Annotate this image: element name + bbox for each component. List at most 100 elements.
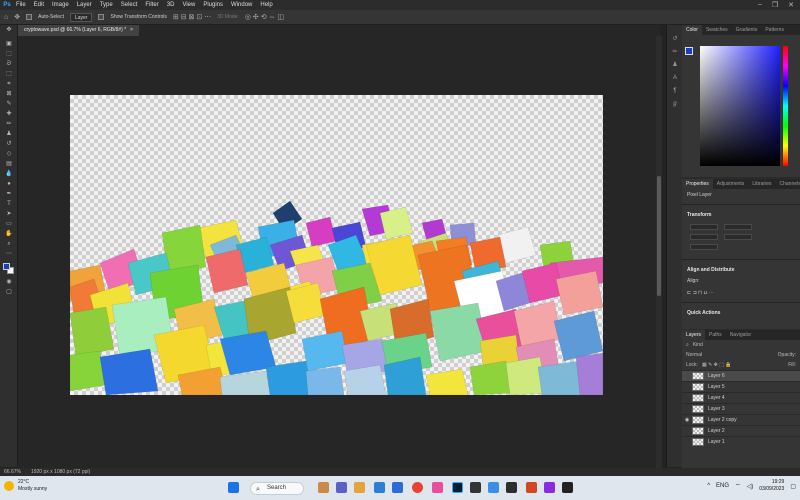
photoshop-taskbar-icon[interactable]: [452, 482, 463, 493]
quick-actions-heading[interactable]: Quick Actions: [682, 306, 800, 318]
dodge-icon[interactable]: ●: [0, 179, 18, 189]
pen-icon[interactable]: ✒: [0, 189, 18, 199]
y-field[interactable]: [724, 234, 752, 240]
gradient-icon[interactable]: ▤: [0, 159, 18, 169]
align-heading[interactable]: Align and Distribute: [682, 263, 800, 275]
layer-row[interactable]: ◉ Layer 2 copy: [682, 414, 800, 425]
windows-start-icon[interactable]: [228, 482, 239, 493]
tab-channels[interactable]: Channels: [776, 179, 800, 189]
eraser-icon[interactable]: ◇: [0, 149, 18, 159]
app-icon-4[interactable]: [526, 482, 537, 493]
file-explorer-icon[interactable]: [354, 482, 365, 493]
blur-icon[interactable]: 💧: [0, 169, 18, 179]
menu-plugins[interactable]: Plugins: [199, 0, 227, 10]
quick-mask-icon[interactable]: ◉: [0, 277, 18, 287]
paragraph-icon[interactable]: ¶: [667, 85, 683, 98]
menu-3d[interactable]: 3D: [163, 0, 179, 10]
menu-select[interactable]: Select: [117, 0, 142, 10]
stamp-icon[interactable]: ♟: [0, 129, 18, 139]
auto-select-target-dropdown[interactable]: Layer: [69, 12, 93, 22]
document-canvas[interactable]: [70, 95, 603, 395]
tab-navigator[interactable]: Navigator: [726, 330, 755, 340]
home-icon[interactable]: ⌂: [4, 14, 8, 21]
move-icon[interactable]: ✥: [0, 25, 18, 39]
clone-source-icon[interactable]: ♟: [667, 59, 683, 72]
tab-properties[interactable]: Properties: [682, 179, 713, 189]
zoom-level[interactable]: 66.67%: [4, 469, 21, 475]
menu-file[interactable]: File: [12, 0, 30, 10]
menu-help[interactable]: Help: [256, 0, 276, 10]
zoom-icon[interactable]: ⌕: [0, 239, 18, 249]
foreground-color-chip[interactable]: [685, 47, 693, 55]
show-transform-checkbox[interactable]: [98, 14, 105, 20]
menu-layer[interactable]: Layer: [73, 0, 96, 10]
tab-gradients[interactable]: Gradients: [732, 25, 762, 35]
layer-row[interactable]: Layer 3: [682, 403, 800, 414]
wifi-icon[interactable]: ⌔: [735, 482, 741, 490]
object-select-icon[interactable]: ⬚: [0, 69, 18, 79]
height-field[interactable]: [724, 224, 752, 230]
tab-paths[interactable]: Paths: [705, 330, 726, 340]
instagram-icon[interactable]: [432, 482, 443, 493]
x-field[interactable]: [690, 234, 718, 240]
artboard-icon[interactable]: ▣: [0, 39, 18, 49]
chrome-icon[interactable]: [412, 482, 423, 493]
language-indicator[interactable]: ENG: [716, 483, 729, 489]
volume-icon[interactable]: ◁): [747, 483, 754, 490]
angle-field[interactable]: [690, 244, 718, 250]
tab-patterns[interactable]: Patterns: [761, 25, 788, 35]
menu-filter[interactable]: Filter: [141, 0, 162, 10]
tab-layers[interactable]: Layers: [682, 330, 706, 340]
history-brush-icon[interactable]: ↺: [0, 139, 18, 149]
layer-row[interactable]: Layer 5: [682, 381, 800, 392]
hand-icon[interactable]: ✋: [0, 229, 18, 239]
filter-kind-dropdown[interactable]: Kind: [693, 342, 703, 348]
minimize-button[interactable]: –: [758, 1, 762, 9]
crop-icon[interactable]: ⌗: [0, 79, 18, 89]
app-icon-5[interactable]: [544, 482, 555, 493]
maximize-button[interactable]: ❐: [772, 1, 778, 9]
vertical-scrollbar[interactable]: [656, 36, 662, 468]
brush-settings-icon[interactable]: ✏: [667, 46, 683, 59]
eyedropper-icon[interactable]: ✎: [0, 99, 18, 109]
width-field[interactable]: [690, 224, 718, 230]
notification-icon[interactable]: ▢: [790, 483, 796, 490]
layer-row[interactable]: Layer 1: [682, 436, 800, 447]
layer-row[interactable]: Layer 2: [682, 425, 800, 436]
3d-mode-icons[interactable]: ◎ ✣ ⟲ ⇔ ◫: [245, 13, 284, 21]
clock[interactable]: 19:29 03/09/2023: [759, 479, 784, 493]
history-icon[interactable]: ↺: [667, 33, 683, 46]
tab-libraries[interactable]: Libraries: [748, 179, 775, 189]
app-icon-2[interactable]: [488, 482, 499, 493]
visibility-eye-icon[interactable]: ◉: [682, 417, 692, 423]
menu-window[interactable]: Window: [227, 0, 256, 10]
layer-row[interactable]: Layer 6: [682, 370, 800, 381]
menu-view[interactable]: View: [178, 0, 199, 10]
brush-icon[interactable]: ✏: [0, 119, 18, 129]
tab-color[interactable]: Color: [682, 25, 702, 35]
hue-slider[interactable]: [783, 46, 788, 166]
shape-icon[interactable]: ▭: [0, 219, 18, 229]
close-button[interactable]: ✕: [788, 1, 794, 9]
transform-heading[interactable]: Transform: [682, 208, 800, 220]
taskbar-search[interactable]: ⌕ Search: [250, 482, 304, 495]
color-swatches[interactable]: [0, 263, 17, 277]
app-icon[interactable]: [470, 482, 481, 493]
app-icon-3[interactable]: [506, 482, 517, 493]
screen-mode-icon[interactable]: ▢: [0, 287, 18, 297]
auto-select-checkbox[interactable]: [26, 14, 33, 20]
foreground-color-swatch[interactable]: [3, 263, 10, 270]
document-size[interactable]: 1920 px x 1080 px (72 ppi): [31, 469, 90, 475]
tab-adjustments[interactable]: Adjustments: [713, 179, 749, 189]
teams-icon[interactable]: [336, 482, 347, 493]
document-tab-close[interactable]: ×: [130, 25, 133, 36]
edge-icon[interactable]: [374, 482, 385, 493]
app-icon-6[interactable]: [562, 482, 573, 493]
blend-mode-dropdown[interactable]: Normal: [686, 352, 702, 358]
path-select-icon[interactable]: ➤: [0, 209, 18, 219]
widget-app-icon[interactable]: [318, 482, 329, 493]
move-tool-icon[interactable]: ✥: [14, 13, 20, 21]
more-tools-icon[interactable]: ⋯: [0, 249, 18, 259]
chevron-up-icon[interactable]: ^: [707, 483, 710, 489]
type-icon[interactable]: T: [0, 199, 18, 209]
